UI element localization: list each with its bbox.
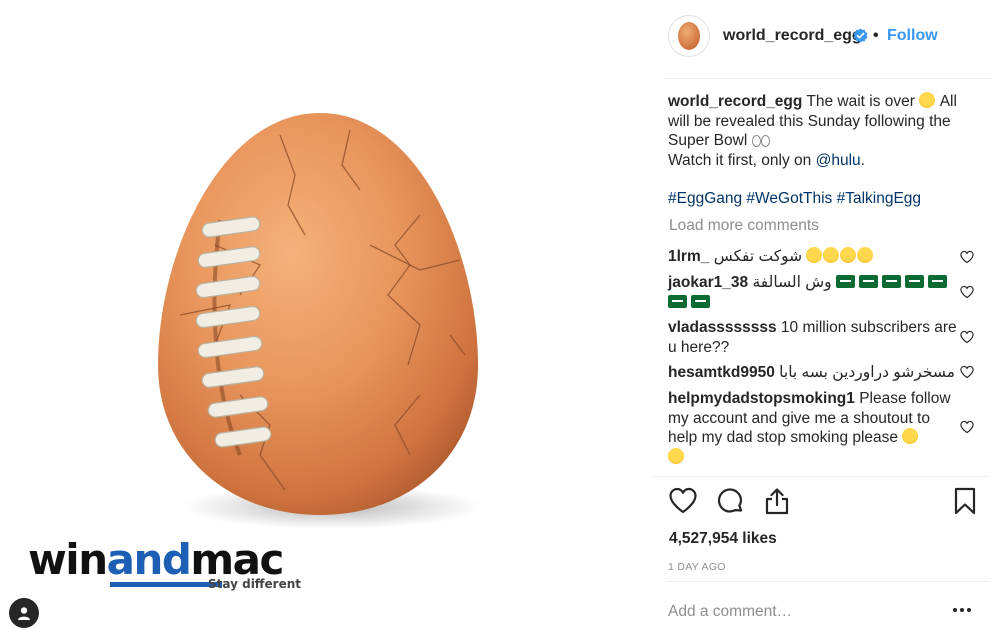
joy-emoji-icon xyxy=(823,247,840,263)
saudi-flag-emoji-icon xyxy=(668,294,687,308)
avatar[interactable] xyxy=(668,15,710,57)
comment-like-heart-icon[interactable] xyxy=(960,250,974,264)
comment-text: شوكت تفكس xyxy=(713,248,803,265)
caption-text-3: Watch it first, only on xyxy=(668,151,812,169)
comment-like-heart-icon[interactable] xyxy=(960,420,974,434)
follow-button[interactable]: Follow xyxy=(887,27,938,45)
comment-like-heart-icon[interactable] xyxy=(960,330,974,344)
saudi-flag-emoji-icon xyxy=(858,275,878,288)
sweat-smile-emoji-icon xyxy=(919,92,936,108)
joy-emoji-icon xyxy=(857,247,874,263)
saudi-flag-emoji-icon xyxy=(881,275,901,288)
comment-username[interactable]: 1lrm_ xyxy=(668,248,709,265)
eyes-emoji-icon xyxy=(751,134,770,147)
post-sidebar: world_record_egg • Follow world_record_e… xyxy=(652,0,1000,637)
caption-hashtags[interactable]: #EggGang #WeGotThis #TalkingEgg xyxy=(668,189,921,209)
crying-emoji-icon xyxy=(668,447,684,464)
caption-text-1: The wait is over xyxy=(806,93,915,110)
user-tag-icon xyxy=(18,607,30,620)
post-header: world_record_egg • Follow xyxy=(666,0,990,79)
post-actions xyxy=(666,486,990,526)
saudi-flag-emoji-icon xyxy=(904,275,924,288)
share-icon[interactable] xyxy=(762,486,792,516)
caption-username[interactable]: world_record_egg xyxy=(668,93,802,110)
saudi-flag-emoji-icon xyxy=(691,294,710,308)
saudi-flag-emoji-icon xyxy=(927,275,947,288)
comment-item: hesamtkd9950 مسخرشو دراوردین بسه بابا xyxy=(668,363,960,383)
tagged-users-button[interactable] xyxy=(9,598,39,628)
post-timestamp: 1 DAY AGO xyxy=(668,561,726,573)
comment-text: مسخرشو دراوردین بسه بابا xyxy=(779,364,955,381)
comment-like-heart-icon[interactable] xyxy=(960,365,974,379)
verified-badge-icon xyxy=(853,28,868,43)
comment-item: jaokar1_38 وش السالفة xyxy=(668,273,960,312)
joy-emoji-icon xyxy=(806,247,823,263)
saudi-flag-emoji-icon xyxy=(835,275,855,288)
comment-input[interactable] xyxy=(668,601,928,623)
comment-username[interactable]: helpmydadstopsmoking1 xyxy=(668,390,855,407)
comment-item: vladassssssss 10 million subscribers are… xyxy=(668,318,960,357)
winandmac-watermark: winandmac Stay different xyxy=(28,537,308,597)
like-count[interactable]: 4,527,954 likes xyxy=(669,530,777,548)
egg-football-photo xyxy=(158,113,482,529)
comment-text: وش السالفة xyxy=(752,274,832,291)
comment-username[interactable]: vladassssssss xyxy=(668,319,777,336)
caption-period: . xyxy=(860,151,865,169)
egg-avatar-icon xyxy=(678,22,700,50)
comment-username[interactable]: hesamtkd9950 xyxy=(668,364,775,381)
header-separator: • xyxy=(873,27,879,44)
crying-emoji-icon xyxy=(902,428,919,444)
comment-username[interactable]: jaokar1_38 xyxy=(668,274,748,291)
load-more-comments-button[interactable]: Load more comments xyxy=(669,217,819,235)
watermark-underline xyxy=(110,582,222,587)
heart-icon[interactable] xyxy=(668,486,698,516)
comments-section[interactable]: world_record_egg The wait is over All wi… xyxy=(652,80,990,477)
mention-link[interactable]: @hulu xyxy=(816,152,861,169)
comment-item: 1lrm_ شوكت تفكس xyxy=(668,247,960,267)
comment-item: helpmydadstopsmoking1 Please follow my a… xyxy=(668,389,960,467)
post-media[interactable]: winandmac Stay different xyxy=(0,0,652,637)
comment-bubble-icon[interactable] xyxy=(715,486,745,516)
post-caption: world_record_egg The wait is over All wi… xyxy=(668,92,968,170)
watermark-tagline: Stay different xyxy=(208,577,302,591)
joy-emoji-icon xyxy=(840,247,857,263)
add-comment-bar xyxy=(666,581,990,637)
bookmark-icon[interactable] xyxy=(950,486,980,516)
more-options-icon[interactable] xyxy=(953,603,977,617)
header-username[interactable]: world_record_egg xyxy=(723,27,862,45)
comment-like-heart-icon[interactable] xyxy=(960,285,974,299)
